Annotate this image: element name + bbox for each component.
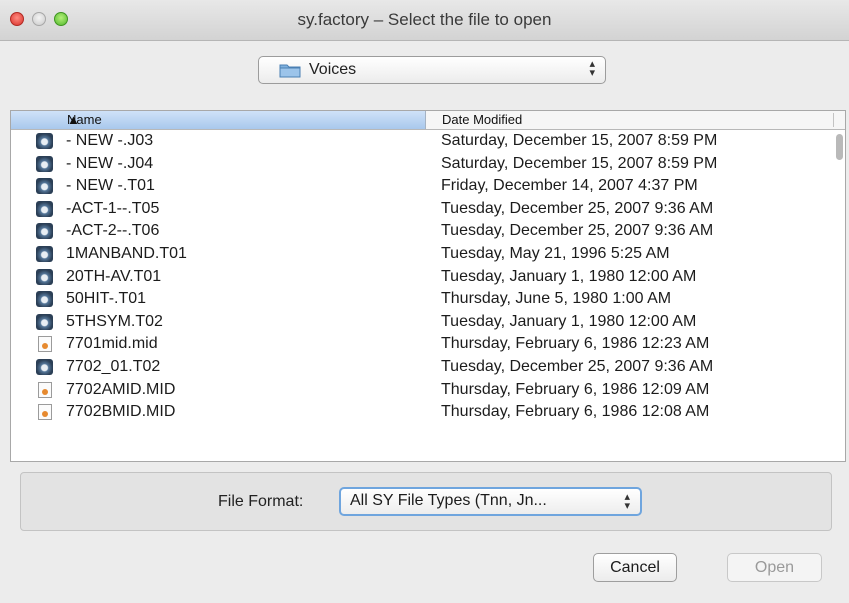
file-row[interactable]: - NEW -.J03 Saturday, December 15, 2007 8… <box>11 130 833 153</box>
file-rows: - NEW -.J03 Saturday, December 15, 2007 8… <box>11 130 833 424</box>
open-button[interactable]: Open <box>727 553 822 582</box>
file-name: 5THSYM.T02 <box>66 312 163 330</box>
file-format-panel: File Format: All SY File Types (Tnn, Jn.… <box>20 472 832 531</box>
sy-voice-file-icon <box>36 223 53 240</box>
file-row[interactable]: - NEW -.J04 Saturday, December 15, 2007 8… <box>11 153 833 176</box>
file-name: 7702_01.T02 <box>66 357 161 375</box>
file-name: 20TH-AV.T01 <box>66 267 162 285</box>
file-row[interactable]: 5THSYM.T02 Tuesday, January 1, 1980 12:00… <box>11 311 833 334</box>
column-header-bar: Name ▲ Date Modified <box>11 111 845 130</box>
file-date-modified: Tuesday, December 25, 2007 9:36 AM <box>441 199 714 217</box>
location-popup[interactable]: Voices ▴ ▾ <box>258 56 606 84</box>
midi-document-icon <box>38 381 52 398</box>
file-row[interactable]: -ACT-2--.T06 Tuesday, December 25, 2007 9… <box>11 220 833 243</box>
popup-stepper-icon: ▴ ▾ <box>624 491 630 512</box>
column-divider <box>833 113 834 127</box>
file-format-popup[interactable]: All SY File Types (Tnn, Jn... ▴ ▾ <box>339 487 642 516</box>
file-row[interactable]: 7702_01.T02 Tuesday, December 25, 2007 9:… <box>11 356 833 379</box>
vertical-scrollbar[interactable] <box>833 130 845 461</box>
file-date-modified: Thursday, June 5, 1980 1:00 AM <box>441 290 672 308</box>
midi-document-icon <box>38 404 52 421</box>
file-date-modified: Tuesday, December 25, 2007 9:36 AM <box>441 357 714 375</box>
sort-ascending-icon: ▲ <box>67 112 80 127</box>
sy-voice-file-icon <box>36 291 53 308</box>
popup-stepper-icon: ▴ ▾ <box>589 58 595 79</box>
file-name: - NEW -.J04 <box>66 154 154 172</box>
file-date-modified: Thursday, February 6, 1986 12:08 AM <box>441 403 710 421</box>
sy-voice-file-icon <box>36 245 53 262</box>
file-name: - NEW -.T01 <box>66 177 155 195</box>
sy-voice-file-icon <box>36 200 53 217</box>
sy-voice-file-icon <box>36 268 53 285</box>
file-row[interactable]: - NEW -.T01 Friday, December 14, 2007 4:3… <box>11 175 833 198</box>
sy-voice-file-icon <box>36 358 53 375</box>
file-name: -ACT-2--.T06 <box>66 222 160 240</box>
date-modified-column-header[interactable]: Date Modified <box>426 111 845 129</box>
file-name: -ACT-1--.T05 <box>66 199 160 217</box>
file-date-modified: Saturday, December 15, 2007 8:59 PM <box>441 154 718 172</box>
file-date-modified: Friday, December 14, 2007 4:37 PM <box>441 177 698 195</box>
file-row[interactable]: 7702AMID.MID Thursday, February 6, 1986 1… <box>11 379 833 402</box>
sy-voice-file-icon <box>36 155 53 172</box>
sy-voice-file-icon <box>36 178 53 195</box>
cancel-button[interactable]: Cancel <box>593 553 677 582</box>
title-bar: sy.factory – Select the file to open <box>0 0 849 41</box>
name-column-header[interactable]: Name ▲ <box>11 111 426 129</box>
file-date-modified: Thursday, February 6, 1986 12:23 AM <box>441 335 710 353</box>
file-date-modified: Tuesday, January 1, 1980 12:00 AM <box>441 267 697 285</box>
file-row[interactable]: 50HIT-.T01 Thursday, June 5, 1980 1:00 AM <box>11 288 833 311</box>
file-name: 50HIT-.T01 <box>66 290 147 308</box>
file-name: 1MANBAND.T01 <box>66 244 187 262</box>
file-date-modified: Thursday, February 6, 1986 12:09 AM <box>441 380 710 398</box>
sy-voice-file-icon <box>36 133 53 149</box>
file-row[interactable]: 7702BMID.MID Thursday, February 6, 1986 1… <box>11 401 833 424</box>
file-date-modified: Tuesday, December 25, 2007 9:36 AM <box>441 222 714 240</box>
file-row[interactable]: 7701mid.mid Thursday, February 6, 1986 12… <box>11 333 833 356</box>
file-row[interactable]: 1MANBAND.T01 Tuesday, May 21, 1996 5:25 A… <box>11 243 833 266</box>
file-format-value: All SY File Types (Tnn, Jn... <box>350 492 547 509</box>
file-name: 7702BMID.MID <box>66 403 176 421</box>
file-name: 7702AMID.MID <box>66 380 176 398</box>
window-title: sy.factory – Select the file to open <box>297 10 552 29</box>
file-row[interactable]: 20TH-AV.T01 Tuesday, January 1, 1980 12:0… <box>11 266 833 289</box>
scrollbar-thumb[interactable] <box>836 134 843 160</box>
file-format-label: File Format: <box>218 493 304 510</box>
open-file-dialog: sy.factory – Select the file to open Voi… <box>0 0 849 603</box>
file-date-modified: Tuesday, May 21, 1996 5:25 AM <box>441 244 670 262</box>
file-date-modified: Tuesday, January 1, 1980 12:00 AM <box>441 312 697 330</box>
sy-voice-file-icon <box>36 313 53 330</box>
file-list[interactable]: Name ▲ Date Modified - NEW -.J03 Saturday… <box>10 110 846 462</box>
file-name: - NEW -.J03 <box>66 132 154 149</box>
file-name: 7701mid.mid <box>66 335 158 353</box>
file-date-modified: Saturday, December 15, 2007 8:59 PM <box>441 132 718 149</box>
file-row[interactable]: -ACT-1--.T05 Tuesday, December 25, 2007 9… <box>11 198 833 221</box>
midi-document-icon <box>38 336 52 353</box>
folder-icon <box>279 64 301 78</box>
location-label: Voices <box>309 61 357 78</box>
